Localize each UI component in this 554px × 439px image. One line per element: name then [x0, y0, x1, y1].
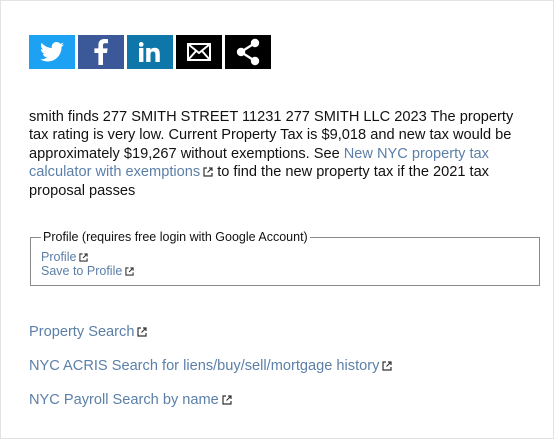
email-share-button[interactable] [176, 35, 222, 69]
save-to-profile-link[interactable]: Save to Profile [41, 264, 529, 278]
external-link-icon [125, 267, 134, 276]
external-link-icon [382, 361, 393, 371]
envelope-icon [187, 43, 211, 61]
profile-legend: Profile (requires free login with Google… [43, 230, 308, 244]
share-nodes-icon [236, 38, 260, 66]
payroll-search-link[interactable]: NYC Payroll Search by name [29, 392, 232, 408]
linkedin-share-button[interactable] [127, 35, 173, 69]
profile-link[interactable]: Profile [41, 250, 529, 264]
save-to-profile-link-label: Save to Profile [41, 264, 123, 278]
linkedin-in-icon [139, 42, 160, 62]
facebook-share-button[interactable] [78, 35, 124, 69]
acris-search-link-label: NYC ACRIS Search for liens/buy/sell/mort… [29, 358, 380, 374]
external-link-icon [79, 253, 89, 262]
external-link-icon [137, 327, 148, 337]
facebook-f-icon [94, 39, 108, 65]
share-bar [29, 35, 271, 69]
profile-link-label: Profile [41, 250, 77, 264]
property-search-link-label: Property Search [29, 324, 135, 340]
payroll-search-link-label: NYC Payroll Search by name [29, 392, 219, 408]
profile-box: Profile (requires free login with Google… [30, 230, 540, 286]
external-link-icon [203, 167, 213, 177]
twitter-share-button[interactable] [29, 35, 75, 69]
acris-search-link[interactable]: NYC ACRIS Search for liens/buy/sell/mort… [29, 358, 393, 374]
property-summary: smith finds 277 SMITH STREET 11231 277 S… [29, 108, 529, 200]
twitter-bird-icon [40, 42, 64, 62]
property-search-link[interactable]: Property Search [29, 324, 148, 340]
external-link-icon [222, 395, 232, 405]
share-button[interactable] [225, 35, 271, 69]
